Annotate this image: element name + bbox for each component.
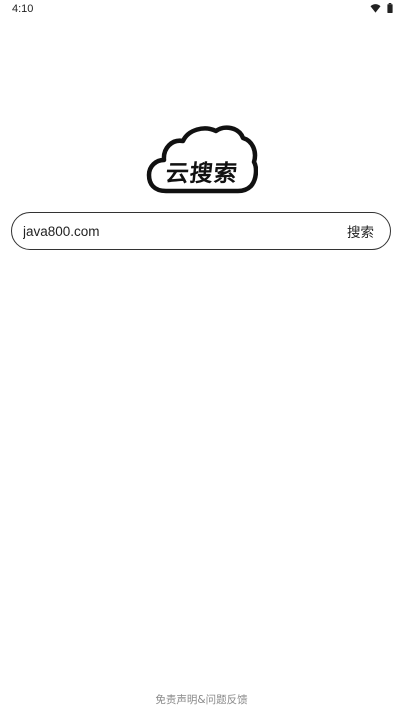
search-input[interactable] (12, 213, 337, 249)
search-button[interactable]: 搜索 (337, 213, 390, 249)
disclaimer-feedback-link[interactable]: 免责声明&问题反馈 (0, 692, 403, 707)
search-bar: 搜索 (11, 212, 391, 250)
wifi-icon (370, 3, 381, 13)
status-bar: 4:10 (0, 0, 403, 22)
status-icons (370, 3, 393, 13)
battery-icon (387, 3, 393, 13)
app-screen: 4:10 云搜索 搜索 免责声明&问题反馈 (0, 0, 403, 717)
logo-text: 云搜索 (164, 161, 240, 187)
status-time: 4:10 (12, 3, 34, 15)
app-logo: 云搜索 (146, 124, 258, 196)
